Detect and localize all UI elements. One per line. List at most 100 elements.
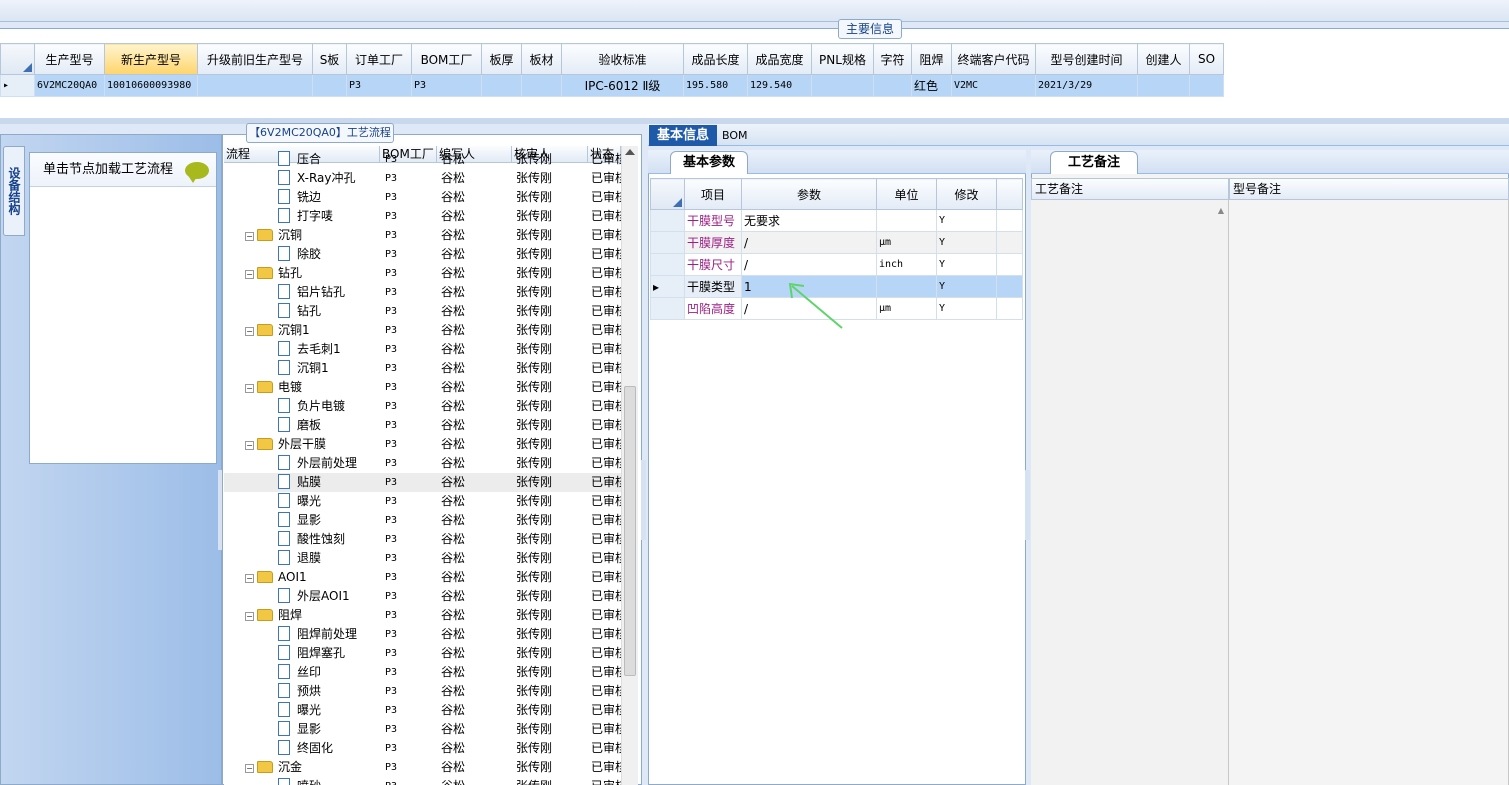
process-node[interactable]: 磨板 <box>224 416 380 435</box>
collapse-icon[interactable]: − <box>245 441 254 450</box>
process-node[interactable]: − 沉铜1 <box>224 321 380 340</box>
param-unit-cell[interactable]: inch <box>876 253 937 276</box>
main-cell[interactable] <box>481 74 522 97</box>
process-node[interactable]: 丝印 <box>224 663 380 682</box>
process-row[interactable]: 阻焊塞孔 P3 谷松 张传刚 已审核 <box>224 644 621 663</box>
process-row[interactable]: 丝印 P3 谷松 张传刚 已审核 <box>224 663 621 682</box>
collapse-icon[interactable]: − <box>245 270 254 279</box>
collapse-icon[interactable]: − <box>245 612 254 621</box>
process-node[interactable]: 负片电镀 <box>224 397 380 416</box>
grid-corner[interactable] <box>0 43 35 75</box>
process-row[interactable]: 外层前处理 P3 谷松 张传刚 已审核 <box>224 454 621 473</box>
main-col-header[interactable]: 成品长度 <box>683 43 748 75</box>
notes-scroll-up-icon[interactable]: ▲ <box>1218 206 1224 215</box>
process-row[interactable]: 显影 P3 谷松 张传刚 已审核 <box>224 720 621 739</box>
process-node[interactable]: 外层前处理 <box>224 454 380 473</box>
main-cell[interactable]: 6V2MC20QA0 <box>34 74 105 97</box>
main-cell[interactable] <box>1189 74 1224 97</box>
main-cell[interactable]: P3 <box>346 74 412 97</box>
collapse-icon[interactable]: − <box>245 574 254 583</box>
scroll-up-arrow-icon[interactable] <box>625 149 635 155</box>
main-col-header[interactable]: 型号创建时间 <box>1035 43 1138 75</box>
col-param[interactable]: 参数 <box>741 178 877 210</box>
scroll-thumb[interactable] <box>624 386 636 676</box>
param-unit-cell[interactable]: μm <box>876 297 937 320</box>
main-cell[interactable]: 10010600093980 <box>104 74 198 97</box>
param-value-cell[interactable]: / <box>741 253 877 276</box>
process-row[interactable]: 铣边 P3 谷松 张传刚 已审核 <box>224 188 621 207</box>
main-col-header[interactable]: 板厚 <box>481 43 522 75</box>
main-col-header[interactable]: 终端客户代码 <box>951 43 1036 75</box>
process-node[interactable]: − 沉金 <box>224 758 380 777</box>
param-value-cell[interactable]: / <box>741 231 877 254</box>
process-row[interactable]: − AOI1 P3 谷松 张传刚 已审核 <box>224 568 621 587</box>
process-node[interactable]: 去毛刺1 <box>224 340 380 359</box>
main-cell[interactable]: 195.580 <box>683 74 748 97</box>
row-header[interactable] <box>650 231 685 254</box>
process-node[interactable]: 铣边 <box>224 188 380 207</box>
process-notes-header[interactable]: 工艺备注 <box>1031 178 1229 200</box>
process-node[interactable]: 显影 <box>224 720 380 739</box>
process-node[interactable]: 沉铜1 <box>224 359 380 378</box>
process-node[interactable]: − 外层干膜 <box>224 435 380 454</box>
main-info-row[interactable]: ▸ 6V2MC20QA0 10010600093980 P3 P3 IPC-6012 Ⅱ… <box>0 74 1224 97</box>
process-tree-scrollbar[interactable] <box>621 146 638 785</box>
param-row[interactable]: 干膜型号 无要求 Y <box>650 209 1023 232</box>
collapse-icon[interactable]: − <box>245 327 254 336</box>
panel-header[interactable]: 单击节点加载工艺流程 <box>30 153 216 187</box>
main-col-header[interactable]: 验收标准 <box>561 43 684 75</box>
process-node[interactable]: 显影 <box>224 511 380 530</box>
main-col-header[interactable]: S板 <box>312 43 347 75</box>
process-tree-grid[interactable]: 流程 BOM工厂 编写人 核审人 状态 压合P3谷松张传刚已审核X-Ray冲孔P… <box>224 146 621 785</box>
process-row[interactable]: 终固化 P3 谷松 张传刚 已审核 <box>224 739 621 758</box>
param-edit-cell[interactable]: Y <box>936 275 997 298</box>
process-row[interactable]: 磨板 P3 谷松 张传刚 已审核 <box>224 416 621 435</box>
process-row[interactable]: 曝光 P3 谷松 张传刚 已审核 <box>224 701 621 720</box>
process-row[interactable]: 沉铜1 P3 谷松 张传刚 已审核 <box>224 359 621 378</box>
process-row[interactable]: − 电镀 P3 谷松 张传刚 已审核 <box>224 378 621 397</box>
main-cell[interactable]: 红色 <box>911 74 952 97</box>
row-indicator-icon[interactable]: ▸ <box>0 74 35 97</box>
main-cell[interactable] <box>1137 74 1190 97</box>
param-unit-cell[interactable] <box>876 275 937 298</box>
col-edit[interactable]: 修改 <box>936 178 997 210</box>
param-value-cell[interactable]: 无要求 <box>741 209 877 232</box>
main-col-header[interactable]: PNL规格 <box>811 43 874 75</box>
model-notes-area[interactable] <box>1229 200 1509 785</box>
param-edit-cell[interactable]: Y <box>936 297 997 320</box>
process-node[interactable]: 贴膜 <box>224 473 380 492</box>
process-node[interactable]: − 沉铜 <box>224 226 380 245</box>
process-node[interactable]: 曝光 <box>224 701 380 720</box>
col-item[interactable]: 项目 <box>684 178 742 210</box>
process-node[interactable]: 除胶 <box>224 245 380 264</box>
process-row[interactable]: − 沉铜1 P3 谷松 张传刚 已审核 <box>224 321 621 340</box>
row-header[interactable] <box>650 253 685 276</box>
process-node[interactable]: 外层AOI1 <box>224 587 380 606</box>
process-node[interactable]: X-Ray冲孔 <box>224 169 380 188</box>
process-row[interactable]: 退膜 P3 谷松 张传刚 已审核 <box>224 549 621 568</box>
main-col-header[interactable]: 生产型号 <box>34 43 105 75</box>
process-node[interactable]: 铝片钻孔 <box>224 283 380 302</box>
process-row[interactable]: − 沉金 P3 谷松 张传刚 已审核 <box>224 758 621 777</box>
main-col-header[interactable]: 板材 <box>521 43 562 75</box>
process-row[interactable]: 贴膜 P3 谷松 张传刚 已审核 <box>224 473 621 492</box>
process-node[interactable]: 终固化 <box>224 739 380 758</box>
process-node[interactable]: 钻孔 <box>224 302 380 321</box>
process-row[interactable]: − 钻孔 P3 谷松 张传刚 已审核 <box>224 264 621 283</box>
col-unit[interactable]: 单位 <box>876 178 937 210</box>
main-col-header[interactable]: 升级前旧生产型号 <box>197 43 313 75</box>
process-node[interactable]: − 电镀 <box>224 378 380 397</box>
row-header[interactable] <box>650 209 685 232</box>
process-row[interactable]: − 外层干膜 P3 谷松 张传刚 已审核 <box>224 435 621 454</box>
main-col-header[interactable]: 新生产型号 <box>104 43 198 75</box>
process-row[interactable]: − 沉铜 P3 谷松 张传刚 已审核 <box>224 226 621 245</box>
main-cell[interactable] <box>197 74 313 97</box>
params-pane-grip[interactable] <box>1025 470 1030 540</box>
process-row[interactable]: 喷砂 P3谷松张传刚已审核 <box>224 777 621 785</box>
process-node[interactable]: 阻焊前处理 <box>224 625 380 644</box>
process-node[interactable]: 退膜 <box>224 549 380 568</box>
process-row[interactable]: 外层AOI1 P3 谷松 张传刚 已审核 <box>224 587 621 606</box>
main-col-header[interactable]: 阻焊 <box>911 43 952 75</box>
param-row[interactable]: 干膜厚度 / μm Y <box>650 231 1023 254</box>
param-unit-cell[interactable]: μm <box>876 231 937 254</box>
